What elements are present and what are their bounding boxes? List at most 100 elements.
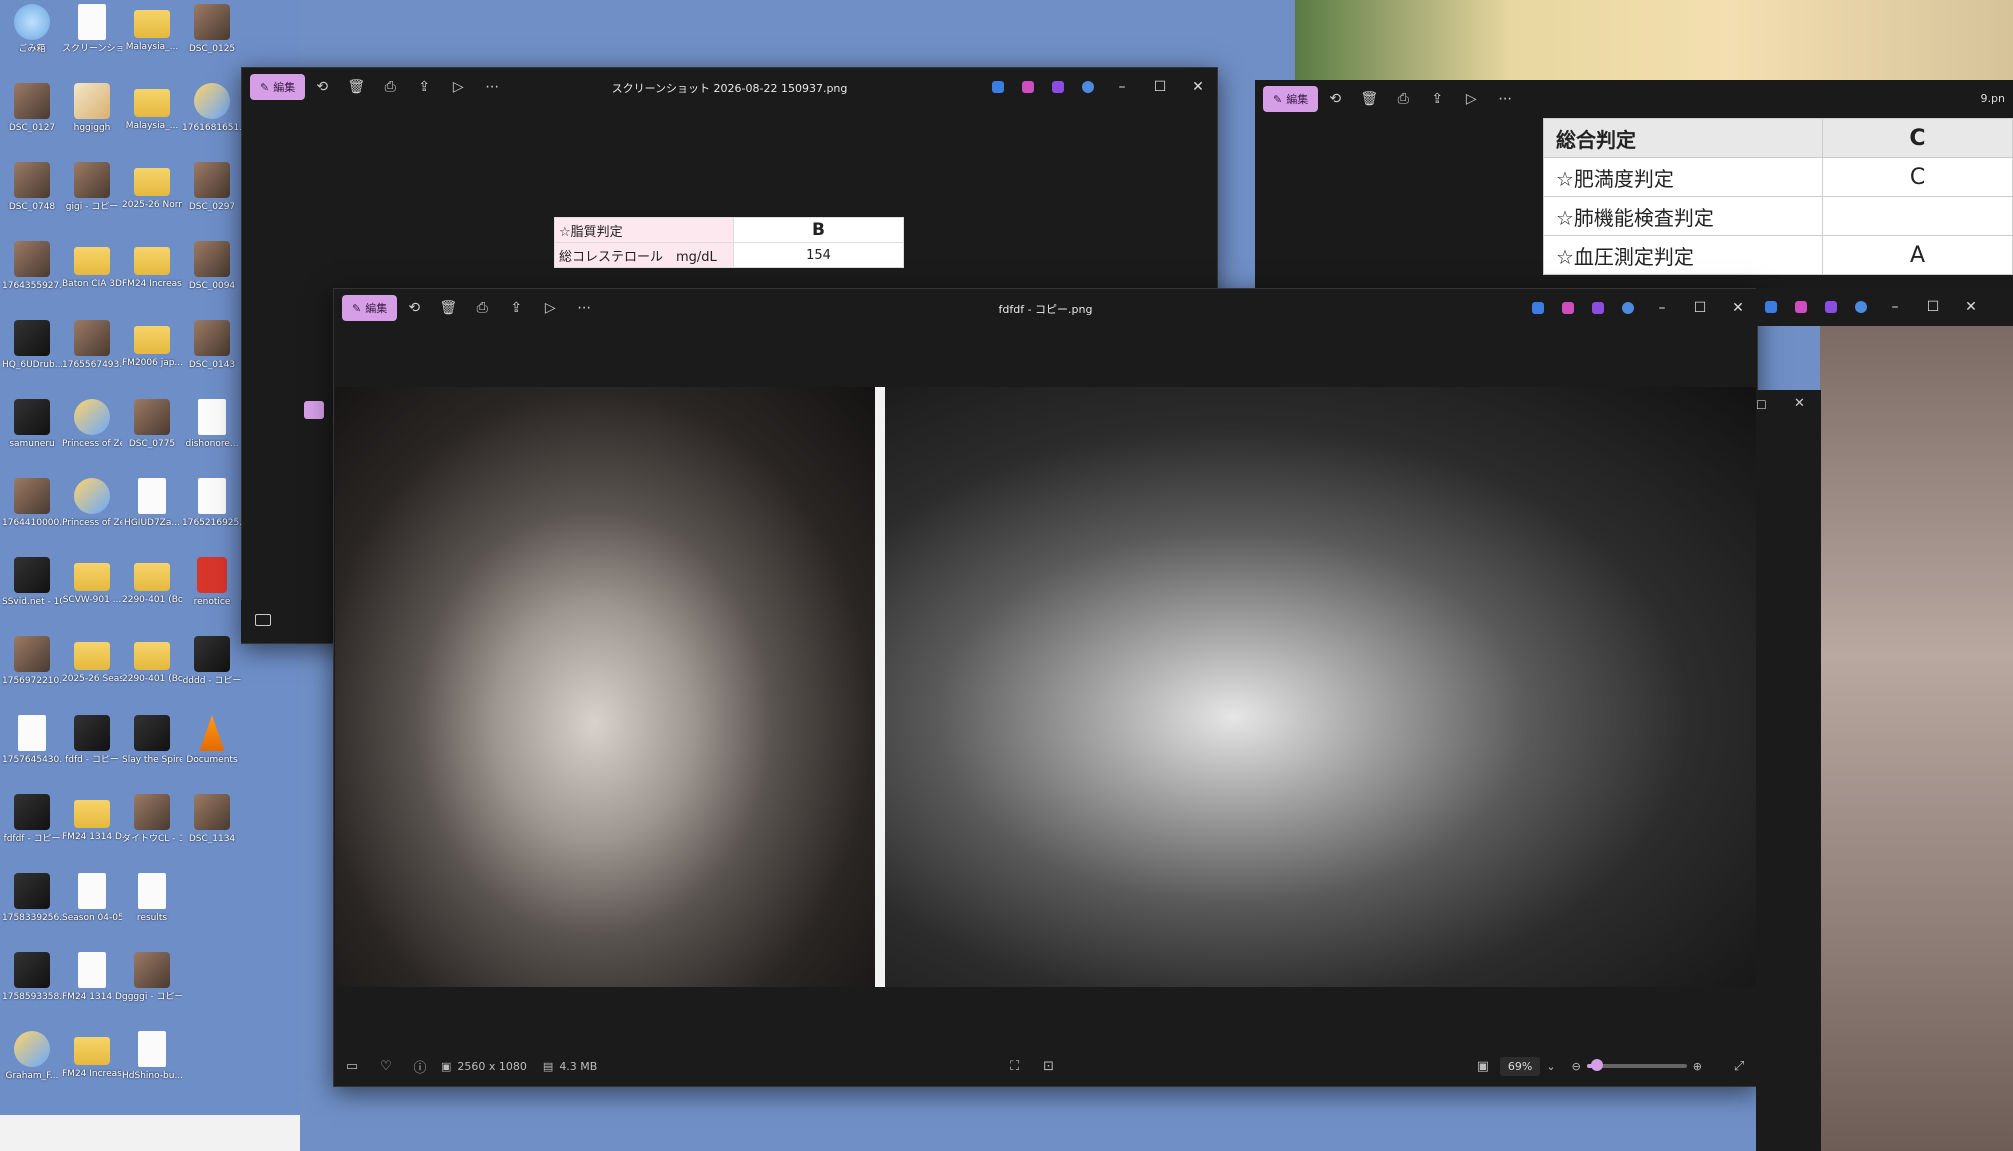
edit-icon[interactable] [304,401,324,419]
desktop-icon[interactable]: HGIUD7Za... [122,478,182,529]
minimize-button[interactable]: – [1876,294,1914,320]
zoom-in-icon[interactable]: ⊕ [1693,1060,1702,1073]
desktop-icon[interactable]: Season 04-05 for FM24 2... [62,873,122,924]
cloud-icon[interactable] [1846,294,1876,320]
desktop-icon[interactable]: Graham_F... [2,1031,62,1082]
screenshot-icon[interactable]: ▣ [1466,1059,1500,1074]
desktop-icon[interactable]: DSC_1134 [182,794,242,845]
desktop-icon[interactable]: Princess of Zeven EN... [62,478,122,529]
desktop-icon[interactable]: ダイトウCL - コピー [122,794,182,845]
share-icon[interactable]: ⇪ [499,295,533,321]
desktop-icon[interactable]: DSC_0748 [2,162,62,213]
desktop-icon[interactable]: 2025-26 Season ... [62,636,122,685]
desktop-icon[interactable]: HQ_6UDrub... [2,320,62,371]
print-icon[interactable]: ⎙ [373,74,407,100]
desktop-icon[interactable]: SSvid.net - 10 分集中 極... [2,557,62,608]
slideshow-icon[interactable]: ▷ [441,74,475,100]
share-icon[interactable]: ⇪ [407,74,441,100]
right-window-titlebar[interactable]: – ☐ ✕ [1756,288,2013,326]
print-icon[interactable]: ⎙ [465,295,499,321]
desktop-icon[interactable]: DSC_0094 [182,241,242,292]
desktop-icon[interactable]: dishonore... [182,399,242,450]
desktop-icon[interactable]: FM24 Increase... [122,241,182,290]
rotate-icon[interactable]: ⟲ [397,295,431,321]
share-icon[interactable]: ⇪ [1420,86,1454,112]
desktop-icon[interactable]: gigi - コピー [62,162,122,213]
zoom-slider[interactable] [1586,1059,1687,1071]
desktop-icon[interactable]: dddd - コピー [182,636,242,687]
cloud-icon[interactable] [1073,74,1103,100]
delete-icon[interactable]: 🗑 [339,74,373,100]
desktop-icon[interactable]: ggggi - コピー [122,952,182,1003]
desktop-icon[interactable]: FM24 1314 Database.rar [62,952,122,1003]
back-window-filmstrip-button[interactable] [241,600,301,642]
print-icon[interactable]: ⎙ [1386,86,1420,112]
desktop-icon[interactable]: Baton CIA 3D3 Dec... [62,241,122,290]
desktop-icon[interactable]: 2290-401 (Bo... [122,636,182,685]
desktop-icon[interactable]: DSC_0127 [2,83,62,134]
delete-icon[interactable]: 🗑 [1352,86,1386,112]
fit-icon[interactable]: ⛶ [998,1059,1032,1074]
maximize-button[interactable]: ☐ [1914,294,1952,320]
info-icon[interactable]: ⓘ [403,1057,437,1076]
rotate-icon[interactable]: ⟲ [305,74,339,100]
desktop-icon[interactable]: 1758593358... [2,952,62,1003]
app-icon-purple[interactable] [1043,74,1073,100]
desktop-icon[interactable]: FM24 1314 Database [62,794,122,843]
desktop-icon[interactable]: Slay the Spire [122,715,182,766]
app-icon-blue[interactable] [1756,294,1786,320]
desktop-icon[interactable]: Documents [182,715,242,766]
zoom-slider-knob[interactable] [1590,1059,1603,1071]
close-icon[interactable]: ✕ [1794,396,1805,411]
app-icon-blue[interactable] [983,74,1013,100]
desktop-icon[interactable]: FM24 Increase... [62,1031,122,1080]
desktop-icon[interactable]: 1761681651... [182,83,242,134]
desktop-icon[interactable]: 1764410000... [2,478,62,529]
app-icon-magenta[interactable] [1013,74,1043,100]
more-icon[interactable]: ⋯ [475,74,509,100]
rotate-icon[interactable]: ⟲ [1318,86,1352,112]
maximize-button[interactable]: ☐ [1681,295,1719,321]
desktop-icon[interactable]: DSC_0143 [182,320,242,371]
desktop-icon[interactable]: 2025-26 Normal Ra... [122,162,182,211]
desktop-icon[interactable]: renotice [182,557,242,608]
cloud-icon[interactable] [1613,295,1643,321]
desktop-icon[interactable]: HdShino-bu... [122,1031,182,1082]
desktop-icon[interactable]: FM2006 jap... [122,320,182,369]
desktop-icon[interactable]: Malaysia_... [122,4,182,53]
desktop-icon[interactable]: 1764355927... [2,241,62,292]
favorite-icon[interactable]: ♡ [369,1059,403,1074]
app-icon-purple[interactable] [1583,295,1613,321]
desktop-icon[interactable]: DSC_0775 [122,399,182,450]
desktop-icon[interactable]: 1758339256... [2,873,62,924]
desktop-icon[interactable]: スクリーンショット [62,4,122,55]
fullscreen-icon[interactable]: ⤢ [1722,1059,1756,1074]
desktop-icon[interactable]: ごみ箱 [2,4,62,55]
minimize-button[interactable]: – [1643,295,1681,321]
desktop-icon[interactable]: fdfd - コピー [62,715,122,766]
desktop-icon[interactable]: 2290-401 (Bo... [122,557,182,606]
desktop-icon[interactable]: hggiggh [62,83,122,134]
app-icon-purple[interactable] [1816,294,1846,320]
close-button[interactable]: ✕ [1719,295,1757,321]
desktop-icon[interactable]: SCVW-901 ... [62,557,122,606]
app-icon-magenta[interactable] [1786,294,1816,320]
chevron-down-icon[interactable]: ⌄ [1546,1060,1555,1073]
app-icon-magenta[interactable] [1553,295,1583,321]
minimize-button[interactable]: – [1103,74,1141,100]
desktop-icon[interactable]: 1757645430... [2,715,62,766]
zoom-out-icon[interactable]: ⊖ [1572,1060,1581,1073]
filmstrip-icon[interactable]: ▭ [335,1059,369,1074]
desktop-icon[interactable]: DSC_0297 [182,162,242,213]
close-button[interactable]: ✕ [1179,74,1217,100]
desktop-icon[interactable]: DSC_0125 [182,4,242,55]
more-icon[interactable]: ⋯ [1488,86,1522,112]
edit-button[interactable]: ✎ 編集 [342,295,398,321]
desktop-icon[interactable]: 1756972210... [2,636,62,687]
desktop-icon[interactable]: 1765216925... [182,478,242,529]
desktop-icon[interactable]: samuneru [2,399,62,450]
slideshow-icon[interactable]: ▷ [1454,86,1488,112]
desktop-icon[interactable]: Princess of Zeven EN... [62,399,122,450]
maximize-icon[interactable]: ☐ [1756,398,1767,412]
desktop-icon[interactable]: 1765567493... [62,320,122,371]
